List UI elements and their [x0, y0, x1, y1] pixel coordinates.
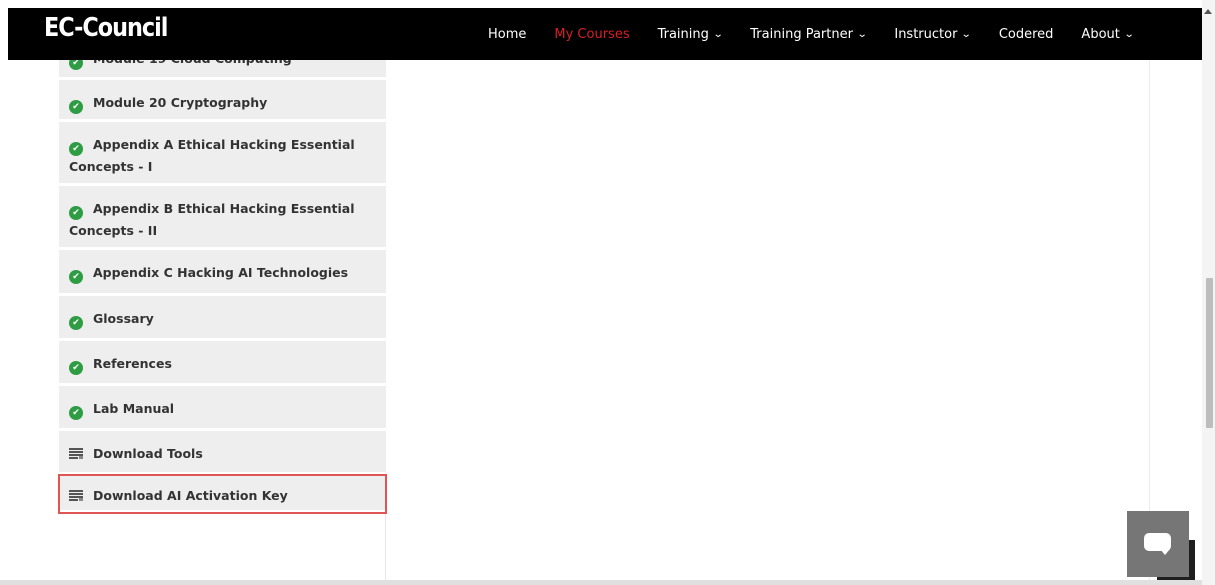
sidebar-item-label: Glossary	[93, 311, 154, 326]
check-circle-icon: ✔	[69, 206, 83, 220]
nav-training-partner[interactable]: Training Partner ⌄	[750, 26, 868, 42]
sidebar-item-lab-manual[interactable]: ✔ Lab Manual	[59, 386, 386, 431]
nav-my-courses-label: My Courses	[554, 26, 630, 42]
nav-instructor-label: Instructor	[894, 26, 958, 42]
sidebar-item-label: Appendix A Ethical Hacking Essential Con…	[69, 137, 355, 174]
nav-codered[interactable]: Codered	[999, 27, 1054, 42]
sidebar-item-label: Download Tools	[93, 446, 203, 461]
sidebar-item-appendix-a[interactable]: ✔ Appendix A Ethical Hacking Essential Co…	[59, 122, 386, 186]
scroll-up-arrow-icon[interactable]	[1204, 9, 1212, 14]
sidebar-item-glossary[interactable]: ✔ Glossary	[59, 296, 386, 341]
document-lines-icon	[69, 490, 83, 501]
check-circle-icon: ✔	[69, 142, 83, 156]
sidebar-item-label: Download AI Activation Key	[93, 488, 288, 503]
check-circle-icon: ✔	[69, 406, 83, 420]
content-divider	[1149, 60, 1150, 585]
check-circle-icon: ✔	[69, 100, 83, 114]
nav-about[interactable]: About ⌄	[1081, 26, 1135, 42]
chat-widget-button[interactable]	[1127, 511, 1189, 577]
sidebar-item-appendix-c[interactable]: ✔ Appendix C Hacking AI Technologies	[59, 250, 386, 296]
window-bottom-edge	[0, 580, 1202, 585]
sidebar-item-label: Appendix C Hacking AI Technologies	[93, 265, 349, 280]
nav-training-partner-label: Training Partner	[750, 26, 853, 42]
check-circle-icon: ✔	[69, 361, 83, 375]
sidebar-item-label: Lab Manual	[93, 401, 175, 416]
chevron-down-icon: ⌄	[856, 28, 868, 40]
sidebar-item-download-tools[interactable]: Download Tools	[59, 431, 386, 475]
nav-my-courses[interactable]: My Courses	[554, 27, 629, 42]
window-top-edge	[0, 0, 1215, 8]
nav-home-label: Home	[488, 26, 527, 42]
nav-training-label: Training	[657, 26, 709, 42]
sidebar-item-appendix-b[interactable]: ✔ Appendix B Ethical Hacking Essential Co…	[59, 186, 386, 250]
sidebar-item-label: References	[93, 356, 172, 371]
nav-instructor[interactable]: Instructor ⌄	[894, 26, 973, 42]
sidebar-item-label: Appendix B Ethical Hacking Essential Con…	[69, 201, 355, 238]
sidebar-item-label: Module 20 Cryptography	[93, 95, 268, 110]
page: ✔Module 19 Cloud Computing ✔Module 20 Cr…	[0, 0, 1215, 585]
main-nav: Home My Courses Training ⌄ Training Part…	[488, 8, 1161, 60]
nav-about-label: About	[1081, 26, 1120, 42]
check-circle-icon: ✔	[69, 270, 83, 284]
check-circle-icon: ✔	[69, 316, 83, 330]
nav-codered-label: Codered	[998, 26, 1054, 42]
chat-bubble-icon	[1144, 533, 1171, 555]
chevron-down-icon: ⌄	[961, 28, 973, 40]
sidebar-item-references[interactable]: ✔ References	[59, 341, 386, 386]
chevron-down-icon: ⌄	[712, 28, 724, 40]
module-list: ✔Module 19 Cloud Computing ✔Module 20 Cr…	[58, 40, 387, 514]
nav-home[interactable]: Home	[488, 27, 526, 42]
sidebar-item-module-20[interactable]: ✔ Module 20 Cryptography	[59, 80, 386, 122]
top-navbar: EC-Council Home My Courses Training ⌄ Tr…	[8, 8, 1202, 60]
nav-training[interactable]: Training ⌄	[657, 26, 724, 42]
sidebar-item-download-ai-activation-key[interactable]: Download AI Activation Key	[58, 474, 387, 514]
scrollbar-thumb[interactable]	[1206, 278, 1213, 428]
chevron-down-icon: ⌄	[1123, 28, 1135, 40]
ec-council-logo[interactable]: EC-Council	[44, 13, 168, 43]
document-lines-icon	[69, 448, 83, 459]
